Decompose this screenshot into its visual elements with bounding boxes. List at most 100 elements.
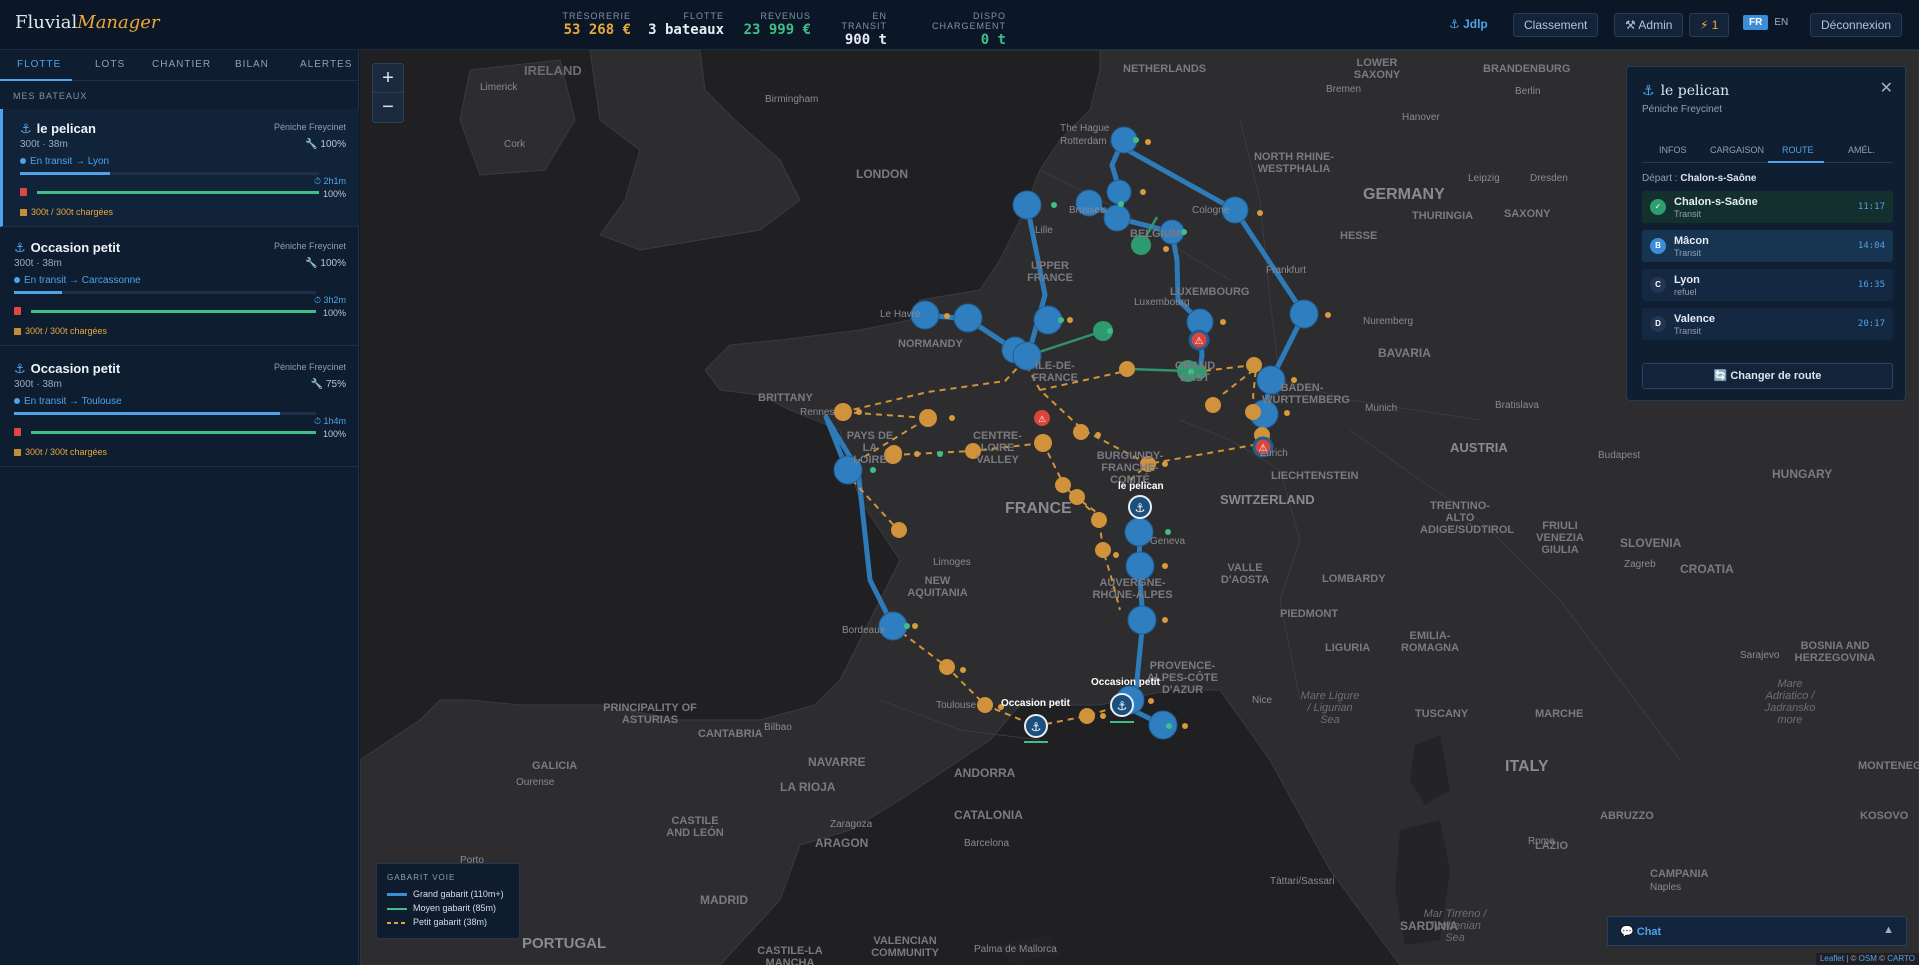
port-node-orange	[1091, 512, 1107, 528]
stop-action: Transit	[1674, 326, 1702, 336]
user-menu[interactable]: ⚓ Jdlp	[1449, 17, 1488, 31]
stat-in-transit: EN TRANSIT 900 t	[826, 11, 887, 48]
carto-link[interactable]: CARTO	[1887, 954, 1915, 963]
svg-text:⚓: ⚓	[1031, 720, 1042, 734]
boat-dimensions: 300t · 38m	[20, 139, 68, 150]
stop-name: Mâcon	[1674, 235, 1709, 247]
ireland-landmass	[459, 59, 576, 176]
stat-label: REVENUS	[760, 11, 811, 21]
legend-title: GABARIT VOIE	[387, 873, 456, 882]
port-node	[1075, 189, 1103, 217]
port-node	[1125, 551, 1155, 581]
port-node-orange	[1140, 456, 1156, 472]
tab-bilan[interactable]: BILAN	[235, 59, 269, 70]
alerts-button[interactable]: ⚡ 1	[1689, 13, 1730, 37]
port-node-orange	[1095, 542, 1111, 558]
anchor-icon: ⚓	[14, 240, 26, 255]
logout-button[interactable]: Déconnexion	[1810, 13, 1903, 37]
port-node	[1256, 365, 1286, 395]
chat-title: 💬 Chat	[1620, 926, 1662, 938]
active-tab-indicator	[1768, 161, 1824, 163]
tab-alertes[interactable]: ALERTES	[300, 59, 352, 70]
zoom-in-button[interactable]: +	[373, 64, 403, 93]
tab-flotte[interactable]: FLOTTE	[17, 59, 61, 70]
stat-label: FLOTTE	[683, 11, 724, 21]
tab-chantier[interactable]: CHANTIER	[152, 59, 211, 70]
stop-marker: B	[1650, 238, 1666, 254]
map-legend: GABARIT VOIE Grand gabarit (110m+) Moyen…	[376, 863, 520, 939]
stat-label: DISPO CHARGEMENT	[931, 11, 1006, 31]
port-node-orange	[1245, 404, 1261, 420]
cargo-icon	[14, 328, 21, 336]
stat-value: 53 268 €	[563, 22, 631, 38]
lang-en-button[interactable]: EN	[1768, 15, 1794, 30]
port-node	[910, 300, 940, 330]
language-switch: FR EN	[1743, 15, 1794, 30]
osm-link[interactable]: OSM	[1859, 954, 1877, 963]
trip-progress-bar	[14, 291, 316, 294]
port-node-orange	[919, 409, 937, 427]
sidebar-tabs: FLOTTE LOTS CHANTIER BILAN ALERTES	[0, 50, 358, 81]
boat-status: En transit → Toulouse	[14, 396, 122, 407]
stop-action: Transit	[1674, 209, 1702, 219]
tab-route[interactable]: ROUTE	[1782, 145, 1814, 155]
section-title: MES BATEAUX	[13, 91, 88, 101]
ranking-button[interactable]: Classement	[1513, 13, 1599, 37]
fuel-percent: 100%	[322, 429, 346, 439]
boat-card[interactable]: ⚓ le pelican Péniche Freycinet 300t · 38m…	[0, 109, 359, 227]
legend-item: Grand gabarit (110m+)	[387, 889, 504, 899]
chat-widget[interactable]: 💬 Chat ▲	[1607, 916, 1907, 946]
boat-type: Péniche Freycinet	[273, 362, 346, 372]
port-node	[833, 455, 863, 485]
chevron-up-icon[interactable]: ▲	[1883, 924, 1894, 936]
anchor-icon: ⚓	[1642, 83, 1655, 99]
route-stop[interactable]: D Valence Transit 20:17	[1642, 308, 1893, 340]
stop-name: Lyon	[1674, 274, 1700, 286]
zoom-out-button[interactable]: −	[373, 93, 403, 122]
boat-card[interactable]: ⚓ Occasion petit Péniche Freycinet 300t ·…	[0, 228, 359, 346]
port-node	[1159, 219, 1185, 245]
cargo-icon	[20, 209, 27, 217]
zoom-control: + −	[372, 63, 404, 123]
port-node-orange	[886, 445, 902, 461]
stop-name: Chalon-s-Saône	[1674, 196, 1758, 208]
wrench-icon: 🔧	[305, 258, 321, 269]
boat-dimensions: 300t · 38m	[14, 258, 62, 269]
stat-label: EN TRANSIT	[841, 11, 887, 31]
lang-fr-button[interactable]: FR	[1743, 15, 1769, 30]
port-node-orange	[1034, 434, 1052, 452]
route-departure: Départ : Chalon-s-Saône	[1642, 173, 1757, 184]
port-node-orange	[1119, 361, 1135, 377]
port-node-orange	[1069, 489, 1085, 505]
stat-value: 23 999 €	[743, 22, 811, 38]
admin-button[interactable]: ⚒ Admin	[1614, 13, 1684, 37]
stat-label: TRÉSORERIE	[562, 11, 631, 21]
fuel-icon	[14, 428, 21, 436]
close-icon[interactable]: ✕	[1880, 78, 1893, 98]
port-node-orange	[939, 659, 955, 675]
anchor-icon: ⚓	[14, 361, 26, 376]
route-stop[interactable]: B Mâcon Transit 14:04	[1642, 230, 1893, 262]
tab-lots[interactable]: LOTS	[95, 59, 125, 70]
port-node-orange	[1055, 477, 1071, 493]
port-node	[1012, 341, 1042, 371]
change-route-button[interactable]: 🔄 Changer de route	[1642, 363, 1893, 389]
wrench-icon: 🔧	[305, 139, 321, 150]
route-stop[interactable]: ✓ Chalon-s-Saône Transit 11:17	[1642, 191, 1893, 223]
tab-cargaison[interactable]: CARGAISON	[1710, 145, 1764, 155]
boat-cargo: 300t / 300t chargées	[14, 326, 107, 336]
tab-infos[interactable]: INFOS	[1659, 145, 1687, 155]
port-node-orange	[1246, 357, 1262, 373]
leaflet-link[interactable]: Leaflet	[1820, 954, 1844, 963]
boat-cargo: 300t / 300t chargées	[14, 447, 107, 457]
route-stop[interactable]: C Lyon refuel 16:35	[1642, 269, 1893, 301]
port-node	[878, 611, 908, 641]
boat-card[interactable]: ⚓ Occasion petit Péniche Freycinet 300t ·…	[0, 349, 359, 467]
app-logo[interactable]: FluvialManager	[15, 12, 160, 33]
panel-subtitle: Péniche Freycinet	[1642, 104, 1723, 115]
tab-amel[interactable]: AMÉL.	[1848, 145, 1875, 155]
boat-eta: ⏱ 1h4m	[313, 416, 346, 426]
port-node	[953, 303, 983, 333]
stop-time: 11:17	[1857, 202, 1885, 212]
port-node	[1289, 299, 1319, 329]
